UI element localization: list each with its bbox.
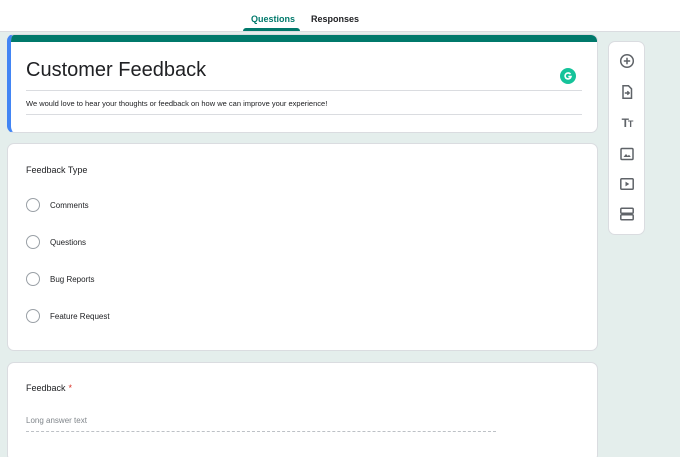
grammarly-icon[interactable]	[560, 68, 576, 84]
required-asterisk: *	[68, 383, 73, 393]
form-header-card[interactable]: Customer Feedback We would love to hear …	[7, 34, 598, 133]
form-title[interactable]: Customer Feedback	[26, 59, 206, 82]
option-bug-reports[interactable]: Bug Reports	[26, 271, 94, 287]
question-title: Feedback Type	[26, 165, 88, 175]
radio-button[interactable]	[26, 198, 40, 212]
option-label: Bug Reports	[50, 274, 95, 284]
option-label: Comments	[50, 200, 89, 210]
option-comments[interactable]: Comments	[26, 197, 89, 213]
import-questions-icon[interactable]	[617, 82, 637, 102]
active-tab-indicator	[243, 28, 300, 31]
add-question-icon[interactable]	[617, 51, 637, 71]
add-video-icon[interactable]	[617, 174, 637, 194]
header-color-strip	[11, 35, 597, 42]
top-tab-bar: Questions Responses	[0, 0, 680, 32]
answer-dashed-line	[26, 431, 496, 432]
long-answer-placeholder: Long answer text	[26, 416, 87, 425]
option-label: Questions	[50, 237, 87, 247]
tab-questions[interactable]: Questions	[251, 14, 295, 24]
form-description[interactable]: We would love to hear your thoughts or f…	[26, 99, 327, 108]
radio-button[interactable]	[26, 235, 40, 249]
add-section-icon[interactable]	[617, 204, 637, 224]
radio-button[interactable]	[26, 272, 40, 286]
option-questions[interactable]: Questions	[26, 234, 86, 250]
question-title: Feedback	[26, 383, 66, 393]
title-underline	[26, 90, 582, 91]
description-underline	[26, 114, 582, 115]
radio-button[interactable]	[26, 309, 40, 323]
question-card-feedback[interactable]: Feedback * Long answer text	[7, 362, 598, 457]
option-feature-request[interactable]: Feature Request	[26, 308, 110, 324]
option-label: Feature Request	[50, 311, 110, 321]
add-image-icon[interactable]	[617, 144, 637, 164]
add-title-icon[interactable]: TT	[617, 113, 637, 133]
question-title-row: Feedback *	[26, 383, 72, 393]
tab-responses[interactable]: Responses	[311, 14, 359, 24]
question-card-feedback-type[interactable]: Feedback Type Comments Questions Bug Rep…	[7, 143, 598, 351]
question-toolbar: TT	[608, 41, 645, 235]
